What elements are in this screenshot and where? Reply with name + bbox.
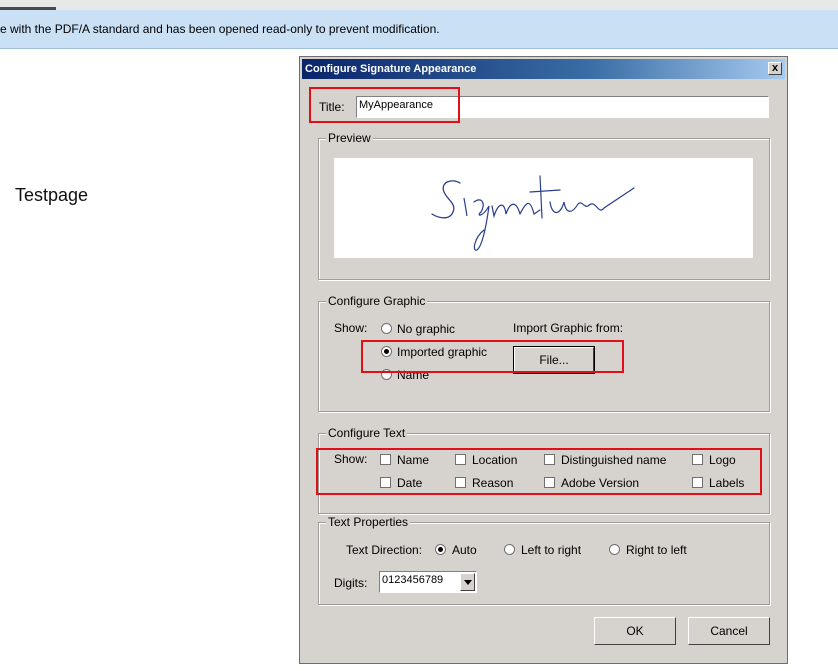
radio-no-graphic-label: No graphic (397, 322, 456, 336)
checkbox-reason-label: Reason (472, 476, 514, 490)
checkbox-date[interactable] (380, 477, 391, 488)
checkbox-logo[interactable] (692, 454, 703, 465)
text-show-label: Show: (334, 452, 368, 466)
radio-direction-rtl[interactable] (609, 544, 620, 555)
configure-text-legend: Configure Text (326, 426, 408, 440)
checkbox-adobe-version-label: Adobe Version (561, 476, 640, 490)
checkbox-name[interactable] (380, 454, 391, 465)
radio-name[interactable] (381, 369, 392, 380)
signature-preview (334, 158, 753, 258)
checkbox-logo-label: Logo (709, 453, 736, 467)
checkbox-distinguished-name-label: Distinguished name (561, 453, 667, 467)
title-input[interactable]: MyAppearance (356, 96, 769, 118)
dialog-title: Configure Signature Appearance (305, 63, 477, 75)
dialog-titlebar[interactable]: Configure Signature Appearance x (302, 59, 785, 79)
top-strip (0, 0, 838, 10)
digits-label: Digits: (334, 576, 368, 590)
radio-direction-auto[interactable] (435, 544, 446, 555)
text-properties-legend: Text Properties (326, 515, 411, 529)
chevron-down-icon[interactable] (460, 573, 475, 591)
close-icon: x (771, 62, 779, 74)
signature-image (431, 175, 635, 251)
digits-value: 0123456789 (382, 574, 444, 586)
radio-name-label: Name (397, 368, 430, 382)
configure-graphic-legend: Configure Graphic (326, 294, 428, 308)
checkbox-adobe-version[interactable] (544, 477, 555, 488)
notification-text: e with the PDF/A standard and has been o… (0, 22, 440, 36)
checkbox-reason[interactable] (455, 477, 466, 488)
preview-group: Preview (318, 131, 770, 280)
configure-text-group: Configure Text (318, 426, 770, 514)
page-label: Testpage (15, 185, 89, 205)
cancel-button[interactable]: Cancel (688, 617, 770, 645)
text-direction-label: Text Direction: (346, 543, 423, 557)
ok-button[interactable]: OK (594, 617, 676, 645)
checkbox-labels-label: Labels (709, 476, 745, 490)
checkbox-date-label: Date (397, 476, 423, 490)
radio-direction-auto-label: Auto (452, 543, 477, 557)
radio-direction-rtl-label: Right to left (626, 543, 687, 557)
close-button[interactable]: x (768, 62, 782, 75)
radio-imported-graphic[interactable] (381, 346, 392, 357)
graphic-show-label: Show: (334, 321, 368, 335)
title-label: Title: (319, 100, 345, 114)
checkbox-name-label: Name (397, 453, 430, 467)
checkbox-labels[interactable] (692, 477, 703, 488)
import-graphic-label: Import Graphic from: (513, 321, 624, 335)
radio-no-graphic[interactable] (381, 323, 392, 334)
radio-direction-ltr-label: Left to right (521, 543, 582, 557)
file-button[interactable]: File... (513, 346, 595, 374)
checkbox-location[interactable] (455, 454, 466, 465)
radio-imported-graphic-label: Imported graphic (397, 345, 488, 359)
digits-select[interactable]: 0123456789 (379, 571, 477, 593)
notification-bar: e with the PDF/A standard and has been o… (0, 10, 838, 49)
radio-direction-ltr[interactable] (504, 544, 515, 555)
checkbox-distinguished-name[interactable] (544, 454, 555, 465)
signature-appearance-dialog: Configure Signature Appearance x Title: … (299, 56, 788, 664)
checkbox-location-label: Location (472, 453, 518, 467)
preview-legend: Preview (326, 131, 373, 145)
